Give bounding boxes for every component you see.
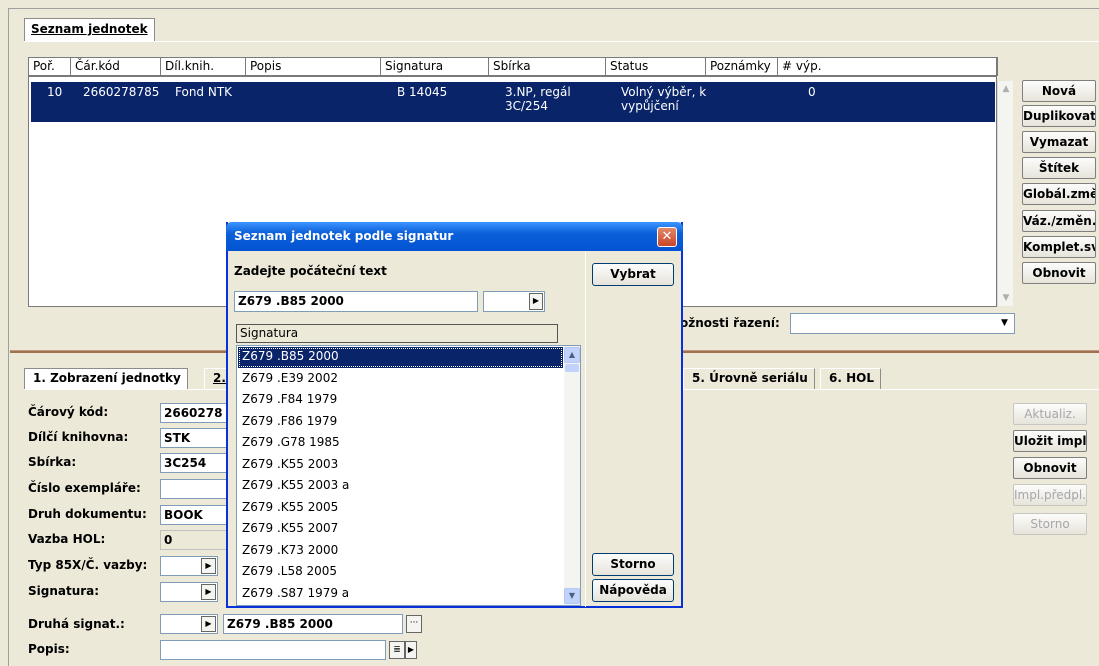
side-button[interactable]: Nová (1022, 80, 1096, 102)
column-header[interactable]: Poznámky (706, 58, 778, 76)
popis-label: Popis: (28, 642, 70, 656)
list-item[interactable]: Z679 .G78 1985 (238, 433, 563, 454)
druha-signatura-label: Druhá signat.: (28, 617, 125, 631)
cell-sbirka-line2: 3C/254 (505, 99, 548, 113)
tab-hol[interactable]: 6. HOL (820, 368, 881, 389)
cell-pocet-vypujcek: 0 (808, 85, 816, 99)
sort-options-select[interactable]: ▼ (790, 313, 1015, 334)
help-button[interactable]: Nápověda (592, 579, 674, 602)
dialog-separator (585, 252, 586, 607)
list-item[interactable]: Z679 .K55 2005 (238, 498, 563, 519)
column-header[interactable]: Díl.knih. (161, 58, 246, 76)
tab-seznam-jednotek[interactable]: Seznam jednotek (24, 18, 155, 42)
side-button[interactable]: Komplet.sv. (1022, 236, 1096, 258)
list-item[interactable]: Z679 .F84 1979 (238, 390, 563, 411)
column-header[interactable]: # výp. (778, 58, 997, 76)
side-button[interactable]: Globál.změn (1022, 183, 1096, 205)
cell-carovy-kod: 2660278785 (83, 85, 160, 99)
list-item[interactable]: Z679 .K55 2003 (238, 455, 563, 476)
scroll-down-icon[interactable]: ▼ (998, 290, 1014, 306)
ellipsis-icon[interactable]: ··· (406, 615, 422, 633)
typ-vazby-combo[interactable]: ▶ (160, 556, 218, 576)
list-item[interactable]: Z679 .L58 2005 (238, 562, 563, 583)
cancel-button[interactable]: Storno (592, 553, 674, 576)
list-item[interactable]: Z679 .K73 2000 (238, 541, 563, 562)
typ-vazby-label: Typ 85X/Č. vazby: (28, 558, 148, 572)
druha-signatura-field[interactable]: Z679 .B85 2000 (223, 614, 403, 634)
cell-status-line2: vypůjčení (621, 99, 679, 113)
detail-action-button[interactable]: Obnovit (1013, 457, 1087, 479)
cell-por: 10 (47, 85, 63, 99)
carovy-kod-label: Čárový kód: (28, 405, 109, 419)
list-item[interactable]: Z679 .K55 2003 a (238, 476, 563, 497)
arrow-right-icon[interactable]: ▶ (201, 584, 216, 600)
side-button[interactable]: Štítek (1022, 157, 1096, 179)
column-header[interactable]: Signatura (381, 58, 489, 76)
signatura-combo[interactable]: ▶ (160, 582, 218, 602)
column-header[interactable]: Poř. (29, 58, 71, 76)
scroll-up-icon[interactable]: ▲ (998, 81, 1014, 97)
cislo-exemplare-label: Číslo exempláře: (28, 481, 141, 495)
tab-divider (24, 41, 1099, 42)
cell-signatura: B 14045 (397, 85, 448, 99)
list-item[interactable]: Z679 .S87 1979 a (238, 584, 563, 605)
scroll-down-icon[interactable]: ▼ (564, 588, 580, 604)
tab-urovne-serialu[interactable]: 5. Úrovně seriálu (683, 368, 815, 389)
dialog-list-header[interactable]: Signatura (236, 324, 558, 343)
list-icon[interactable]: ≣ (389, 641, 405, 659)
signatura-label: Signatura: (28, 584, 100, 598)
column-header[interactable]: Popis (246, 58, 381, 76)
cell-sbirka-line1: 3.NP, regál (505, 85, 571, 99)
grid-header: Poř. Čár.kód Díl.knih. Popis Signatura Sbírka… (28, 57, 998, 76)
close-icon[interactable]: ✕ (657, 227, 677, 247)
arrow-right-icon[interactable]: ▶ (529, 293, 543, 310)
list-item[interactable]: Z679 .F86 1979 (238, 412, 563, 433)
popis-field[interactable] (160, 640, 386, 660)
detail-action-button[interactable]: Aktualiz. (1013, 403, 1087, 425)
druh-dokumentu-label: Druh dokumentu: (28, 507, 147, 521)
list-scrollbar[interactable]: ▲ ▼ (564, 346, 580, 605)
list-item[interactable]: Z679 .K55 2007 (238, 519, 563, 540)
dialog-search-input[interactable]: Z679 .B85 2000 (234, 291, 478, 312)
side-button[interactable]: Váz./změn. (1022, 210, 1096, 232)
side-button[interactable]: Duplikovat (1022, 105, 1096, 127)
dialog-prompt: Zadejte počáteční text (234, 264, 387, 278)
column-header[interactable]: Čár.kód (71, 58, 161, 76)
dialog-title-bar[interactable]: Seznam jednotek podle signatur ✕ (226, 222, 683, 251)
detail-action-button[interactable]: Uložit impl. (1013, 430, 1087, 452)
chevron-down-icon[interactable]: ▼ (996, 315, 1013, 332)
cell-dilci-knihovna: Fond NTK (175, 85, 233, 99)
scroll-up-icon[interactable]: ▲ (564, 347, 580, 363)
cell-sbirka: 3.NP, regál 3C/254 (505, 85, 571, 113)
list-item[interactable]: Z679 .B85 2000 (238, 347, 563, 368)
tab-zobrazeni-jednotky[interactable]: 1. Zobrazení jednotky (24, 368, 188, 389)
grid-scrollbar[interactable]: ▲ ▼ (997, 81, 1013, 306)
cell-status-line1: Volný výběr, k (621, 85, 707, 99)
column-header[interactable]: Sbírka (489, 58, 606, 76)
sort-options-label: ožnosti řazení: (680, 316, 780, 330)
table-row[interactable]: 10 2660278785 Fond NTK B 14045 3.NP, reg… (31, 82, 995, 122)
detail-action-button[interactable]: Storno (1013, 513, 1087, 535)
select-button[interactable]: Vybrat (592, 263, 674, 286)
dialog-extra-input[interactable]: ▶ (483, 291, 545, 312)
arrow-right-icon[interactable]: ▶ (405, 641, 417, 659)
dialog-title: Seznam jednotek podle signatur (234, 229, 454, 243)
list-item[interactable]: Z679 .E39 2002 (238, 369, 563, 390)
arrow-right-icon[interactable]: ▶ (201, 616, 216, 632)
vazba-hol-label: Vazba HOL: (28, 532, 106, 546)
scroll-thumb[interactable] (565, 364, 579, 372)
column-header[interactable]: Status (606, 58, 706, 76)
dilci-knihovna-label: Dílčí knihovna: (28, 430, 129, 444)
cell-status: Volný výběr, k vypůjčení (621, 85, 706, 113)
arrow-right-icon[interactable]: ▶ (201, 558, 216, 574)
side-button[interactable]: Obnovit (1022, 262, 1096, 284)
side-button[interactable]: Vymazat (1022, 131, 1096, 153)
signature-list[interactable]: Z679 .S87 1979 a Z679 .L58 2005 Z679 .K73 … (236, 345, 581, 606)
detail-action-button[interactable]: Impl.předpl. (1013, 484, 1087, 506)
sbirka-label: Sbírka: (28, 455, 77, 469)
druha-signatura-combo[interactable]: ▶ (160, 614, 218, 634)
